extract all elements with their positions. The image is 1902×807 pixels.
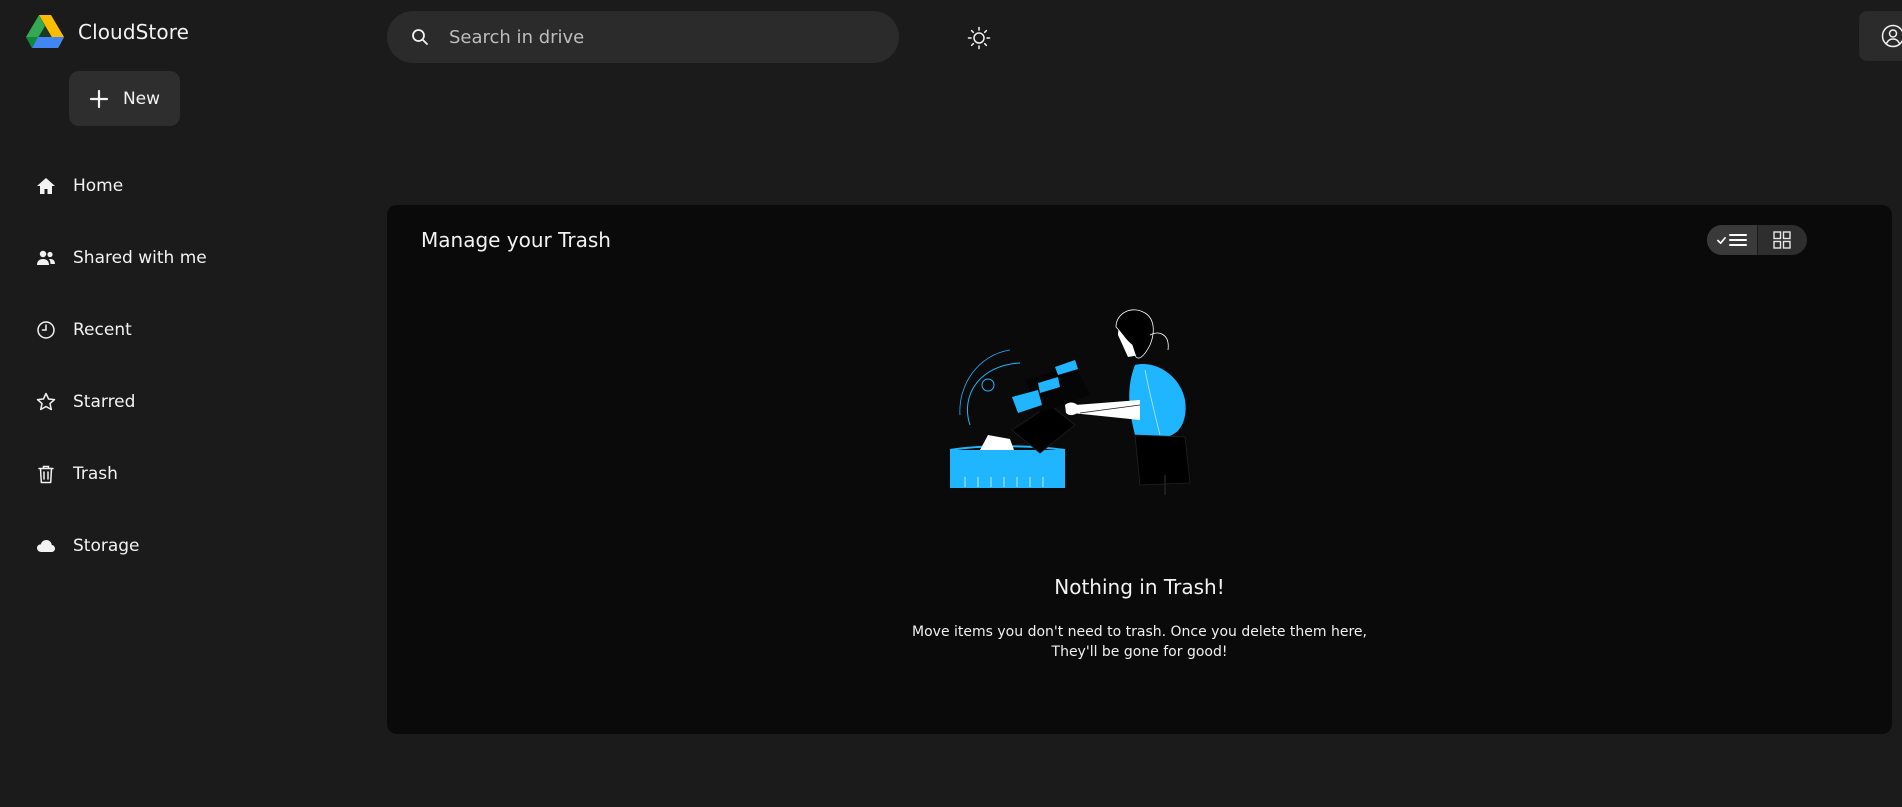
sidebar-item-label: Trash [73, 464, 118, 484]
empty-state-line-2: They'll be gone for good! [1051, 644, 1228, 660]
grid-icon [1773, 231, 1791, 249]
empty-state-description: Move items you don't need to trash. Once… [387, 622, 1892, 662]
page-title: Manage your Trash [421, 228, 611, 252]
sidebar-item-trash[interactable]: Trash [36, 438, 336, 510]
cloud-icon [37, 540, 55, 552]
empty-trash-illustration [949, 309, 1191, 495]
sidebar-item-label: Shared with me [73, 248, 207, 268]
clock-icon [37, 321, 55, 339]
home-icon [37, 178, 55, 194]
new-button-label: New [122, 88, 161, 109]
new-button[interactable]: New [69, 71, 180, 126]
empty-state-title: Nothing in Trash! [1054, 575, 1225, 599]
app-logo[interactable]: CloudStore [26, 15, 189, 49]
sidebar-item-label: Starred [73, 392, 136, 412]
sidebar-item-label: Recent [73, 320, 132, 340]
trash-icon [38, 465, 54, 484]
sidebar-item-storage[interactable]: Storage [36, 510, 336, 582]
view-toggle[interactable] [1707, 225, 1807, 255]
account-icon [1881, 24, 1902, 48]
star-icon [36, 392, 56, 411]
app-name: CloudStore [78, 20, 189, 44]
theme-toggle-button[interactable] [967, 26, 991, 50]
search-icon[interactable] [411, 28, 429, 46]
sidebar-item-label: Storage [73, 536, 140, 556]
drive-logo-icon [26, 15, 64, 48]
plus-icon [89, 89, 109, 108]
app-root: CloudStore New Home Shared with me Recen… [0, 0, 1902, 807]
account-button[interactable] [1859, 11, 1902, 61]
sidebar-item-home[interactable]: Home [36, 150, 336, 222]
list-icon [1728, 234, 1747, 246]
empty-state-line-1: Move items you don't need to trash. Once… [912, 624, 1367, 640]
sidebar-item-label: Home [73, 176, 124, 196]
sidebar-nav: Home Shared with me Recent Starred Trash… [36, 150, 336, 582]
sidebar-item-shared[interactable]: Shared with me [36, 222, 336, 294]
sidebar-item-recent[interactable]: Recent [36, 294, 336, 366]
search-input[interactable] [447, 25, 867, 49]
trash-panel: Manage your Trash Nothing in Trash! Move… [387, 205, 1892, 734]
sidebar-item-starred[interactable]: Starred [36, 366, 336, 438]
sun-icon [967, 26, 991, 50]
list-view-button[interactable] [1707, 225, 1757, 255]
people-icon [37, 250, 55, 265]
search-bar[interactable] [387, 11, 899, 63]
grid-view-button[interactable] [1757, 225, 1807, 255]
check-icon [1716, 236, 1726, 244]
